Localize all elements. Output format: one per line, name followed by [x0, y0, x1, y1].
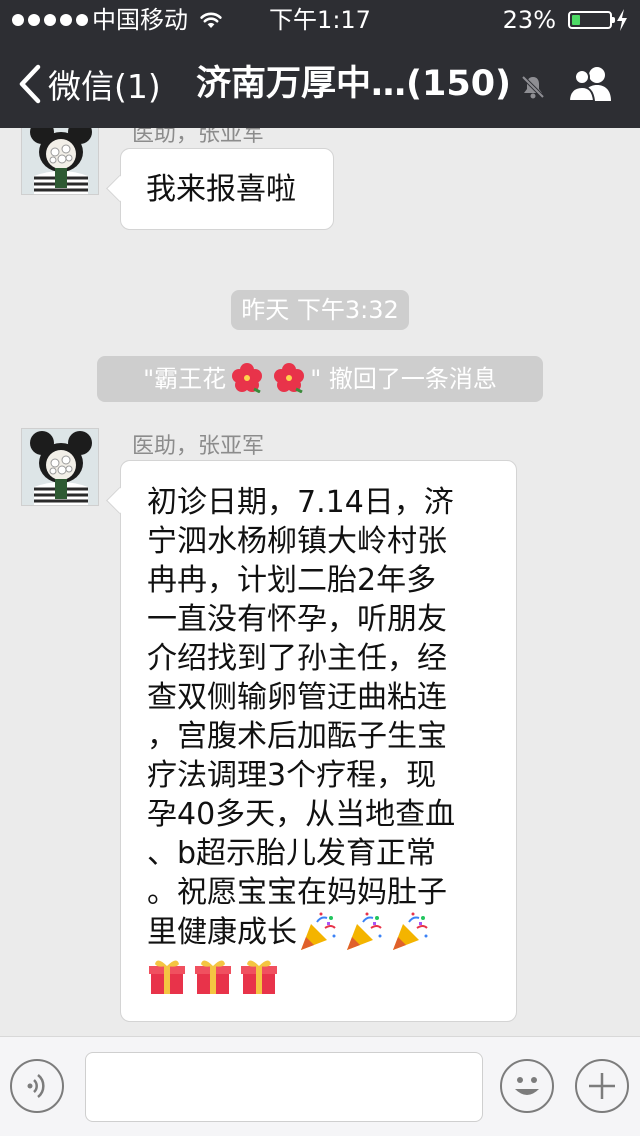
more-button[interactable]: [575, 1059, 629, 1113]
message-line: 孕40多天，从当地查血: [147, 797, 456, 832]
message-text: 我来报喜啦: [146, 172, 296, 207]
message-line: ，宫腹术后加酝子生宝: [147, 719, 447, 754]
timestamp-label: 昨天 下午3:32: [231, 290, 409, 330]
voice-button[interactable]: [10, 1059, 64, 1113]
status-bar: 中国移动 下午1:17 23%: [0, 0, 640, 40]
avatar[interactable]: [21, 428, 99, 506]
message-line: 一直没有怀孕，听朋友: [147, 602, 447, 637]
battery-icon: [568, 11, 615, 29]
message-line-with-emoji: 里健康成长: [147, 912, 494, 952]
voice-icon: [27, 1074, 45, 1098]
message-bubble[interactable]: 我来报喜啦: [120, 148, 334, 230]
recall-notice-suffix: " 撤回了一条消息: [310, 365, 497, 393]
message-line: 介绍找到了孙主任，经: [147, 641, 447, 676]
chevron-left-icon: [19, 64, 41, 104]
smiley-icon: [515, 1077, 539, 1095]
avatar-image: [22, 118, 98, 194]
message-line: 里健康成长: [147, 915, 297, 950]
navigation-bar: 微信(1) 济南万厚中…(150): [0, 40, 640, 128]
hibiscus-icon: [232, 363, 263, 393]
message-line: 。祝愿宝宝在妈妈肚子: [147, 875, 447, 910]
input-bar: [0, 1036, 640, 1136]
chat-title: 济南万厚中…(150): [196, 64, 512, 104]
gift-icon: [241, 960, 277, 994]
mute-bell-icon: [521, 75, 545, 99]
plus-icon: [589, 1073, 615, 1099]
gift-emoji-row: [147, 956, 494, 996]
back-label: 微信(1): [48, 67, 161, 106]
recall-notice-prefix: "霸王花: [143, 365, 227, 393]
message-line: 、b超示胎儿发育正常: [147, 836, 437, 871]
emoji-button[interactable]: [500, 1059, 554, 1113]
charging-bolt-icon: [617, 9, 627, 31]
message-bubble[interactable]: 初诊日期，7.14日，济 宁泗水杨柳镇大岭村张 冉冉，计划二胎2年多 一直没有怀…: [120, 460, 517, 1022]
gift-icon: [149, 960, 185, 994]
message-line: 疗法调理3个疗程，现: [147, 758, 437, 793]
recall-notice: "霸王花 " 撤回了一条消息: [97, 356, 543, 402]
message-input[interactable]: [85, 1052, 483, 1122]
back-button[interactable]: 微信(1): [16, 60, 161, 108]
sender-name: 医助，张亚军: [132, 434, 265, 459]
gift-icon: [195, 960, 231, 994]
party-popper-icon: [301, 912, 336, 950]
avatar[interactable]: [21, 117, 99, 195]
party-popper-icon: [347, 912, 382, 950]
battery-percent: 23%: [502, 6, 556, 34]
top-bar: 中国移动 下午1:17 23% 微信(1) 济南万厚中…(150): [0, 0, 640, 128]
message-line: 查双侧输卵管迂曲粘连: [147, 680, 447, 715]
message-line: 冉冉，计划二胎2年多: [147, 563, 437, 598]
hibiscus-icon: [274, 363, 305, 393]
avatar-image: [22, 429, 98, 505]
group-members-icon[interactable]: [566, 66, 616, 102]
message-line: 初诊日期，7.14日，济: [147, 485, 454, 520]
message-line: 宁泗水杨柳镇大岭村张: [147, 524, 447, 559]
party-popper-icon: [393, 912, 428, 950]
